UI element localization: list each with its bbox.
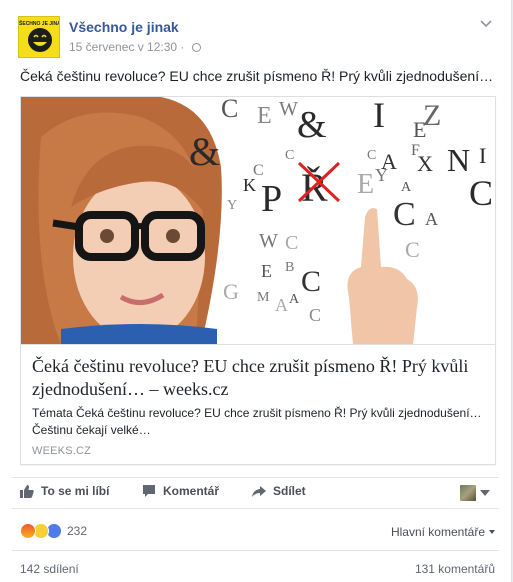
actions-divider-bottom	[12, 508, 499, 509]
like-button[interactable]: To se mi líbí	[20, 484, 109, 498]
user-avatar	[460, 485, 476, 501]
angry-reaction-icon	[20, 523, 36, 539]
comment-button-label: Komentář	[163, 484, 220, 498]
share-arrow-icon	[252, 486, 266, 497]
comment-sort-label: Hlavní komentáře	[390, 525, 485, 539]
svg-text:C: C	[285, 232, 298, 254]
reactions-count[interactable]: 232	[67, 524, 87, 538]
svg-text:A: A	[401, 180, 412, 195]
svg-text:B: B	[285, 260, 294, 275]
globe-icon[interactable]	[191, 43, 201, 52]
svg-text:C: C	[469, 173, 493, 213]
reactions-summary[interactable]: 232	[20, 522, 87, 540]
caret-down-icon	[489, 530, 495, 534]
svg-text:C: C	[309, 305, 321, 325]
svg-text:&: &	[297, 104, 327, 146]
svg-text:I: I	[479, 143, 486, 168]
svg-text:W: W	[259, 230, 278, 252]
post-timestamp[interactable]: 15 červenec v 12:30	[69, 40, 177, 54]
profile-selector[interactable]	[460, 485, 490, 501]
post-text: Čeká češtinu revoluce? EU chce zrušit pí…	[20, 68, 494, 84]
svg-text:E: E	[257, 103, 272, 129]
link-preview-description: Témata Čeká češtinu revoluce? EU chce zr…	[32, 406, 482, 437]
share-button[interactable]: Sdílet	[252, 484, 306, 498]
svg-text:G: G	[223, 279, 239, 304]
girl-with-glasses-illustration: C & E W & I E Z F N I C P Ř K Y	[21, 97, 495, 344]
svg-text:C: C	[221, 97, 238, 123]
svg-text:I: I	[373, 97, 385, 135]
svg-text:Y: Y	[375, 165, 388, 185]
chevron-down-icon[interactable]	[479, 16, 493, 30]
svg-text:C: C	[285, 148, 294, 163]
share-button-label: Sdílet	[273, 484, 306, 498]
post-card: VŠECHNO JE JINAK Všechno je jinak 15 čer…	[0, 0, 512, 582]
page-logo-icon: VŠECHNO JE JINAK	[19, 17, 60, 57]
actions-divider-top	[12, 477, 499, 478]
svg-text:E: E	[261, 261, 272, 281]
comment-button[interactable]: Komentář	[142, 484, 219, 498]
svg-text:M: M	[257, 290, 270, 305]
svg-text:C: C	[367, 148, 376, 163]
svg-text:C: C	[393, 196, 416, 233]
svg-text:N: N	[447, 142, 470, 178]
svg-text:E: E	[357, 169, 374, 200]
svg-text:W: W	[279, 98, 298, 120]
svg-text:X: X	[417, 151, 433, 176]
post-header: VŠECHNO JE JINAK Všechno je jinak 15 čer…	[12, 14, 499, 58]
like-button-label: To se mi líbí	[41, 484, 110, 498]
thumbs-up-icon	[20, 485, 34, 498]
page-name-link[interactable]: Všechno je jinak	[69, 19, 179, 35]
link-preview-title[interactable]: Čeká češtinu revoluce? EU chce zrušit pí…	[32, 355, 485, 401]
svg-text:C: C	[301, 265, 321, 298]
svg-text:P: P	[261, 178, 282, 220]
comments-count[interactable]: 131 komentářů	[415, 562, 495, 576]
link-preview-body[interactable]: Čeká češtinu revoluce? EU chce zrušit pí…	[21, 345, 495, 464]
caret-down-icon	[480, 490, 490, 496]
footer-divider	[12, 550, 499, 551]
comment-bubble-icon	[143, 485, 155, 497]
svg-text:Y: Y	[227, 198, 237, 213]
svg-text:A: A	[275, 295, 288, 315]
link-preview-domain: WEEKS.CZ	[32, 445, 92, 457]
svg-text:Z: Z	[423, 99, 441, 132]
svg-text:A: A	[289, 292, 300, 307]
shares-count[interactable]: 142 sdílení	[20, 562, 79, 576]
svg-text:C: C	[405, 237, 420, 262]
svg-text:&: &	[189, 129, 220, 174]
meta-separator: ·	[180, 40, 185, 54]
post-meta: 15 červenec v 12:30 ·	[69, 40, 201, 54]
link-preview-card[interactable]: C & E W & I E Z F N I C P Ř K Y	[20, 96, 496, 465]
page-logo-text: VŠECHNO JE JINAK	[19, 19, 60, 27]
link-preview-image[interactable]: C & E W & I E Z F N I C P Ř K Y	[21, 97, 495, 345]
post-action-bar: To se mi líbí Komentář Sdílet	[12, 480, 500, 508]
comment-sort-dropdown[interactable]: Hlavní komentáře	[391, 525, 495, 539]
page-avatar[interactable]: VŠECHNO JE JINAK	[18, 16, 60, 58]
svg-text:K: K	[243, 175, 256, 195]
svg-text:A: A	[425, 209, 438, 229]
